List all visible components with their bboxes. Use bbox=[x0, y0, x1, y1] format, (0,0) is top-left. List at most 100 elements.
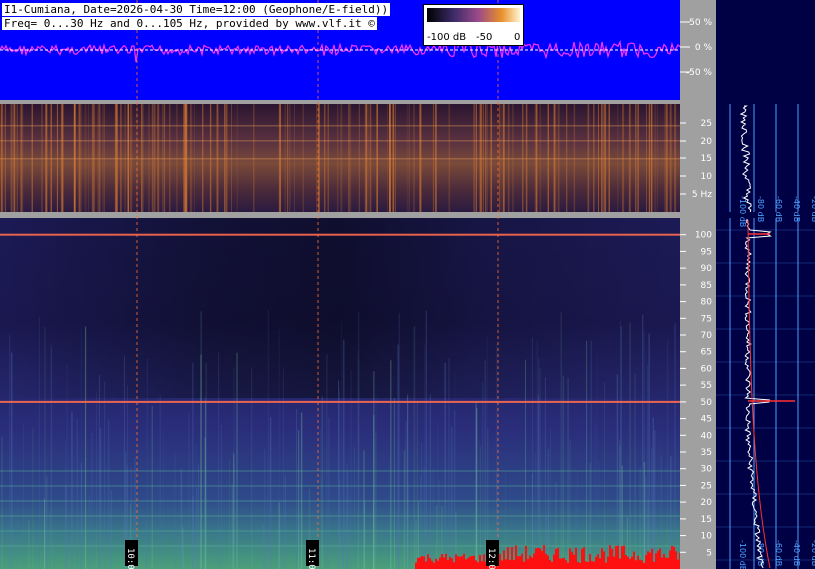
high-tick-label: 5 bbox=[706, 548, 712, 558]
red-noise-bar bbox=[609, 545, 611, 569]
high-stripe bbox=[66, 365, 68, 569]
high-stripe bbox=[388, 477, 390, 569]
red-noise-bar bbox=[577, 561, 579, 569]
red-noise-bar bbox=[605, 562, 607, 569]
high-stripe bbox=[544, 377, 546, 569]
red-noise-bar bbox=[471, 556, 473, 569]
high-stripe bbox=[350, 370, 352, 569]
high-stripe bbox=[403, 450, 406, 569]
high-stripe bbox=[375, 394, 377, 569]
red-noise-bar bbox=[517, 556, 519, 569]
red-noise-bar bbox=[529, 555, 531, 569]
high-stripe bbox=[437, 425, 439, 569]
high-stripe bbox=[476, 408, 478, 569]
high-stripe bbox=[320, 428, 322, 569]
red-noise-bar bbox=[481, 561, 483, 569]
red-noise-bar bbox=[543, 545, 545, 569]
high-stripe bbox=[415, 519, 417, 569]
high-stripe bbox=[236, 352, 238, 569]
high-stripe bbox=[390, 360, 392, 569]
low-tick-label: 10 bbox=[701, 172, 713, 182]
red-noise-bar bbox=[465, 559, 467, 569]
red-noise-bar bbox=[553, 554, 555, 569]
red-noise-bar bbox=[641, 560, 643, 569]
high-stripe bbox=[590, 340, 592, 569]
high-stripe bbox=[586, 340, 588, 569]
red-noise-bar bbox=[431, 560, 433, 569]
high-stripe bbox=[537, 395, 540, 569]
red-noise-bar bbox=[669, 550, 671, 569]
high-band bbox=[0, 530, 680, 532]
high-stripe bbox=[482, 382, 484, 569]
high-stripe bbox=[363, 450, 365, 569]
high-stripe bbox=[85, 327, 87, 569]
high-stripe bbox=[11, 352, 13, 569]
title-line-1: I1-Cumiana, Date=2026-04-30 Time=12:00 (… bbox=[2, 3, 391, 16]
high-stripe bbox=[296, 408, 298, 569]
red-noise-bar bbox=[627, 556, 629, 569]
red-noise-bar bbox=[453, 562, 455, 569]
high-stripe bbox=[643, 330, 645, 569]
red-noise-bar bbox=[665, 557, 667, 569]
red-noise-bar bbox=[469, 556, 471, 569]
red-noise-bar bbox=[575, 547, 577, 569]
red-noise-bar bbox=[443, 557, 445, 569]
red-noise-bar bbox=[563, 557, 565, 569]
high-tick-label: 25 bbox=[701, 481, 712, 491]
high-stripe bbox=[28, 519, 30, 569]
high-stripe bbox=[539, 368, 541, 569]
red-noise-bar bbox=[677, 559, 679, 569]
high-stripe bbox=[218, 352, 220, 569]
red-noise-bar bbox=[661, 557, 663, 569]
high-stripe bbox=[496, 344, 498, 569]
high-tick-label: 75 bbox=[701, 314, 712, 324]
high-band bbox=[0, 545, 680, 547]
red-noise-bar bbox=[673, 546, 675, 569]
high-stripe bbox=[604, 382, 605, 569]
red-noise-bar bbox=[483, 554, 485, 569]
red-noise-bar bbox=[619, 558, 621, 569]
red-noise-bar bbox=[445, 553, 447, 569]
hum-line bbox=[0, 400, 680, 403]
red-noise-bar bbox=[425, 561, 427, 569]
red-noise-bar bbox=[423, 556, 425, 569]
high-stripe bbox=[284, 475, 286, 569]
high-stripe bbox=[159, 395, 162, 569]
red-noise-bar bbox=[623, 545, 625, 569]
red-noise-bar bbox=[599, 558, 601, 569]
red-noise-bar bbox=[461, 556, 463, 569]
red-noise-bar bbox=[417, 557, 419, 569]
red-noise-bar bbox=[571, 551, 573, 569]
high-tick-label: 90 bbox=[701, 264, 713, 274]
high-stripe bbox=[151, 406, 153, 569]
red-noise-bar bbox=[657, 550, 659, 569]
high-stripe bbox=[648, 333, 650, 569]
red-noise-bar bbox=[533, 553, 535, 569]
high-tick-label: 65 bbox=[701, 348, 712, 358]
high-tick-label: 80 bbox=[701, 298, 713, 308]
red-noise-bar bbox=[427, 554, 429, 569]
profile-tick-label-high: -100 dB bbox=[738, 540, 747, 569]
legend-label-mid: -50 bbox=[476, 32, 493, 43]
red-noise-bar bbox=[621, 546, 623, 569]
high-stripe bbox=[397, 344, 399, 569]
red-noise-bar bbox=[671, 545, 673, 569]
spectrogram-figure: 50 %0 %-50 % 252015105 Hz 10095908580757… bbox=[0, 0, 815, 569]
low-band bbox=[0, 125, 680, 127]
red-noise-bar bbox=[663, 553, 665, 569]
high-stripe bbox=[221, 425, 222, 569]
high-stripe bbox=[321, 396, 323, 569]
red-noise-bar bbox=[523, 561, 525, 569]
red-noise-bar bbox=[447, 559, 449, 569]
high-stripe bbox=[432, 468, 434, 569]
color-scale-legend: -100 dB -50 0 bbox=[423, 4, 524, 46]
red-noise-bar bbox=[511, 547, 513, 569]
time-label: 10:00 bbox=[125, 548, 135, 569]
red-noise-bar bbox=[475, 560, 477, 569]
high-tick-label: 30 bbox=[701, 465, 713, 475]
high-tick-label: 50 bbox=[701, 398, 713, 408]
high-band bbox=[0, 470, 680, 472]
high-tick-label: 60 bbox=[701, 364, 713, 374]
red-noise-bar bbox=[449, 556, 451, 569]
high-stripe bbox=[349, 490, 351, 569]
